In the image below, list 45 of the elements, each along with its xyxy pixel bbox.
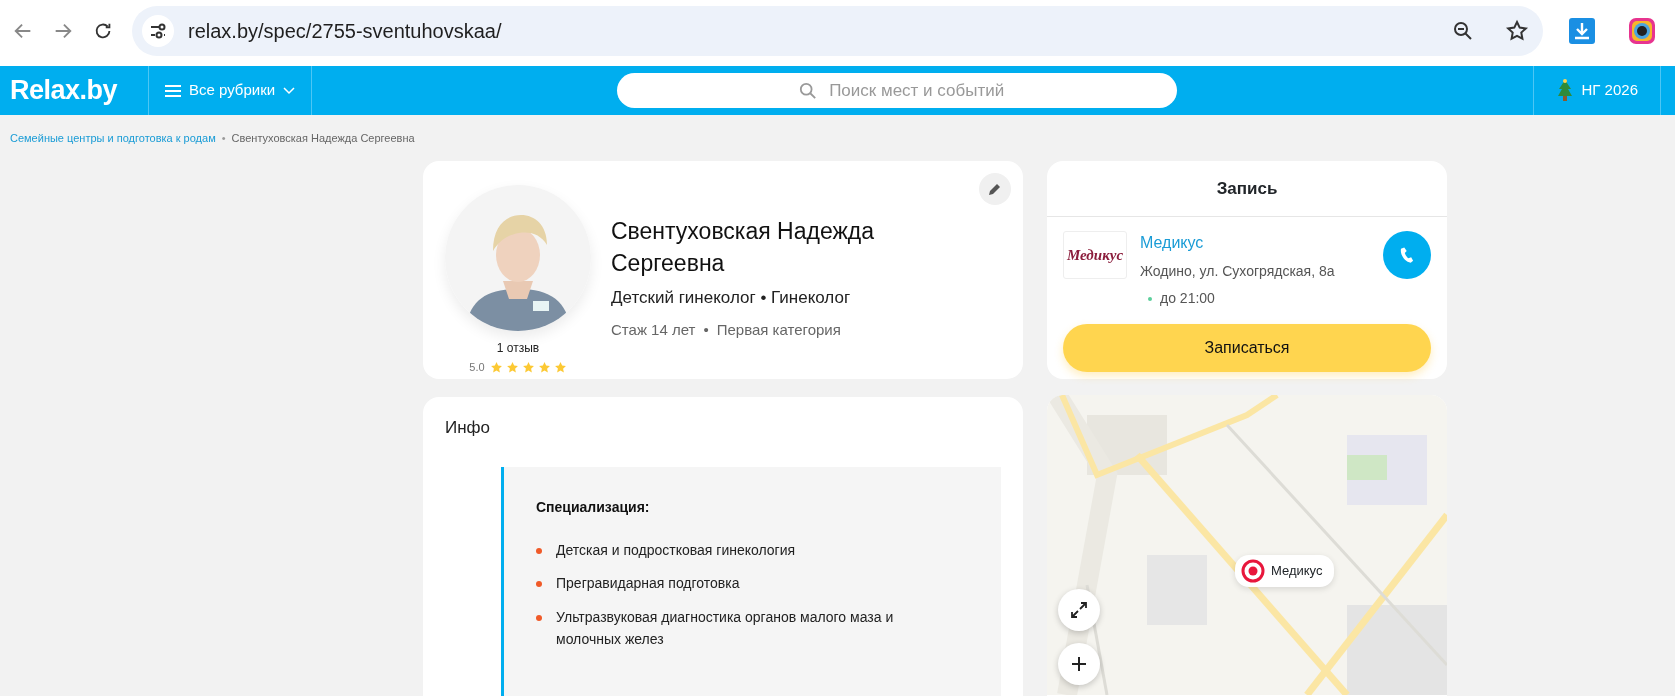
breadcrumb-separator: • [221,130,226,146]
clinic-logo: Медикус [1063,231,1127,279]
specialties: Детский гинеколог • Гинеколог [611,287,852,310]
address-bar[interactable]: relax.by/spec/2755-sventuhovskaa/ [132,6,1543,56]
list-item: Прегравидарная подготовка [556,574,740,594]
menu-icon [165,83,181,98]
pencil-icon [988,182,1002,196]
list-item: Детская и подростковая гинекология [556,540,796,560]
separator: • [703,319,709,340]
phone-icon [1398,246,1416,264]
tree-icon [1555,78,1574,103]
expand-icon [1070,601,1088,619]
card-title: Запись [1047,161,1447,217]
section-title: Инфо [445,417,492,439]
search-field[interactable]: Поиск мест и событий [617,73,1178,108]
download-icon[interactable] [1569,18,1595,44]
extension-icon[interactable] [1629,18,1655,44]
star-icon [489,360,503,374]
rating-value: 5.0 [469,360,485,375]
star-icon [521,360,535,374]
star-icon [537,360,551,374]
list-heading: Специализация: [536,497,651,517]
list-item: Ультразвуковая диагностика органов малого маза и молочных желез [556,607,895,649]
category: Первая категория [716,319,841,340]
clinic-address: Жодино, ул. Сухогрядская, 8а [1140,262,1335,281]
star-icon [505,360,519,374]
url-text: relax.by/spec/2755-sventuhovskaa/ [188,19,503,44]
pin-icon [1241,559,1265,583]
reviews-link[interactable]: 1 отзыв [445,339,591,357]
site-settings-icon[interactable] [142,15,174,47]
doctor-name: Свентуховская Надежда Сергеевна [611,217,875,279]
bullet [536,547,542,554]
opening-hours: до 21:00 [1160,289,1215,308]
map[interactable]: Медикус [1047,395,1447,696]
breadcrumb-current: Свентуховская Надежда Сергеевна [231,130,415,146]
edit-button[interactable] [979,173,1011,205]
chevron-icon [283,86,296,95]
plus-icon [1070,655,1088,673]
star-icon[interactable] [1505,19,1529,43]
book-button[interactable]: Записаться [1063,324,1431,372]
experience: Стаж 14 лет [611,319,696,340]
map-marker[interactable]: Медикус [1235,555,1335,587]
bullet [536,614,542,621]
star-icon [553,360,567,374]
bullet [536,581,542,588]
